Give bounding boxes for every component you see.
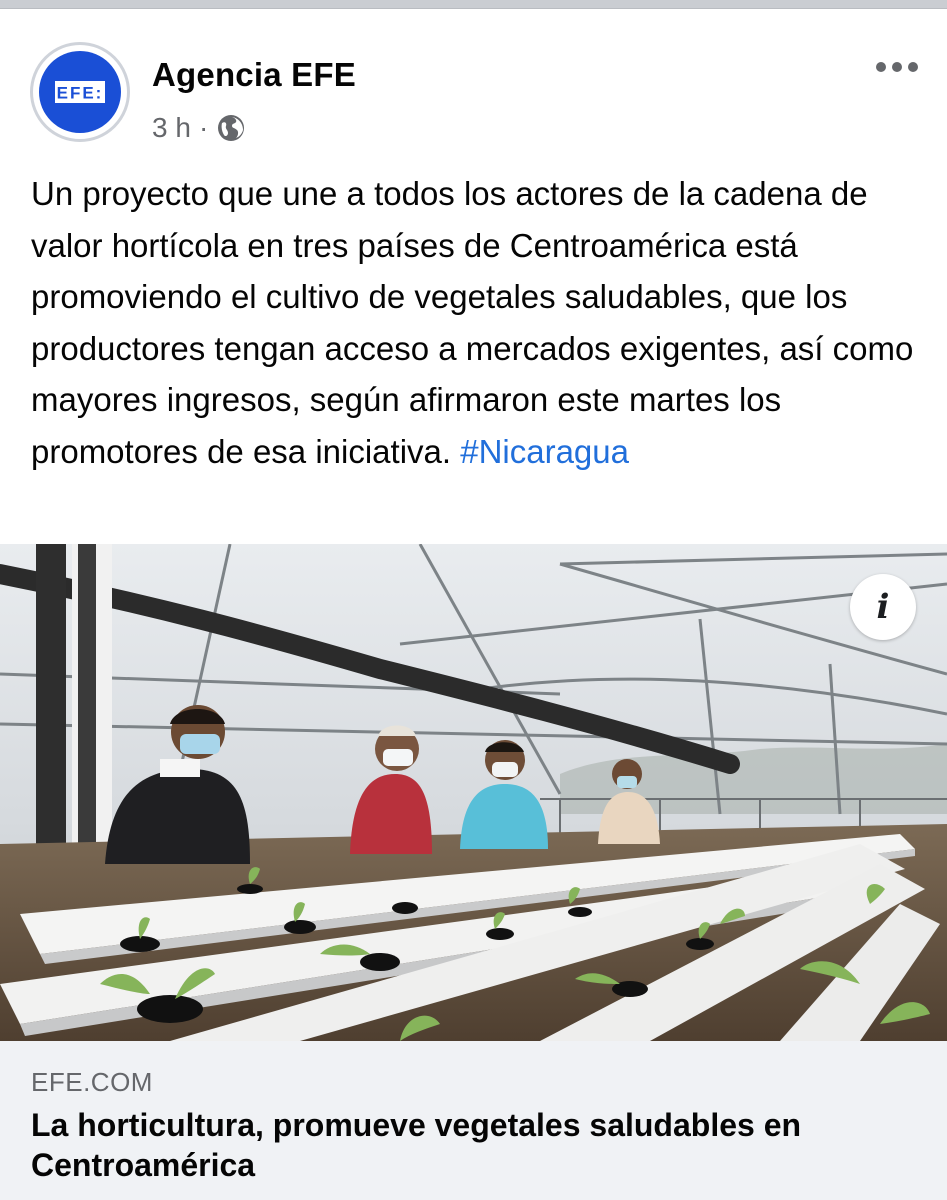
greenhouse-photo <box>0 544 947 1041</box>
link-title[interactable]: La horticultura, promueve vegetales salu… <box>31 1105 911 1185</box>
post-text: Un proyecto que une a todos los actores … <box>31 168 921 477</box>
hashtag-link[interactable]: #Nicaragua <box>460 433 629 470</box>
globe-icon[interactable] <box>216 113 246 143</box>
svg-text:EFE:: EFE: <box>57 84 104 103</box>
link-preview[interactable]: EFE.COM La horticultura, promueve vegeta… <box>0 1041 947 1200</box>
top-separator <box>0 0 947 9</box>
more-options-button[interactable] <box>872 54 922 80</box>
page-avatar[interactable]: EFE: <box>30 42 130 142</box>
post-timestamp[interactable]: 3 h <box>152 112 191 144</box>
info-button[interactable]: i <box>850 574 916 640</box>
more-horizontal-icon <box>876 62 918 72</box>
author-name[interactable]: Agencia EFE <box>152 56 356 94</box>
meta-separator: · <box>198 112 209 143</box>
info-icon: i <box>876 587 890 627</box>
post-photo[interactable] <box>0 544 947 1041</box>
efe-logo: EFE: <box>39 51 121 133</box>
post-meta: 3 h · <box>152 111 246 145</box>
link-domain: EFE.COM <box>31 1067 153 1097</box>
post-body-text: Un proyecto que une a todos los actores … <box>31 175 914 470</box>
